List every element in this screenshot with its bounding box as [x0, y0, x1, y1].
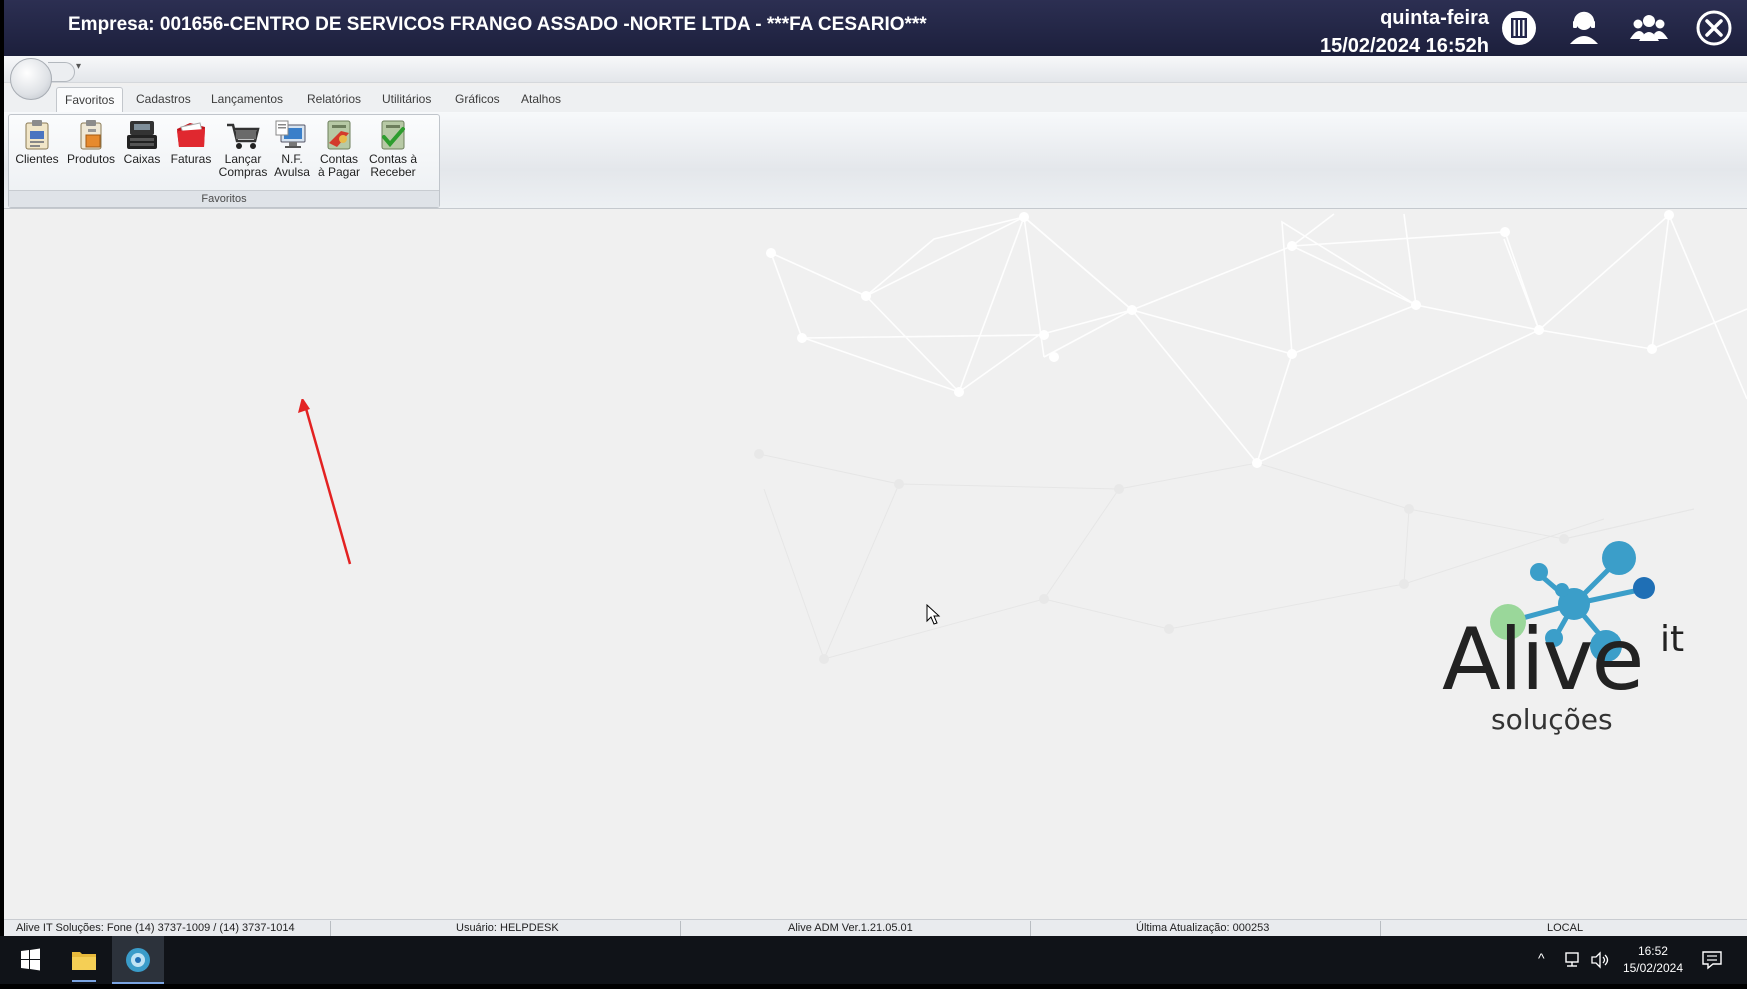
date-display: quinta-feira 15/02/2024 16:52h — [1320, 4, 1489, 60]
tab-cadastros[interactable]: Cadastros — [128, 87, 199, 111]
invoices-icon — [177, 122, 205, 147]
title-bar: Empresa: 001656-CENTRO DE SERVICOS FRANG… — [4, 0, 1747, 57]
mouse-cursor-icon — [926, 604, 941, 625]
status-divider — [680, 921, 681, 936]
status-contact: Alive IT Soluções: Fone (14) 3737-1009 /… — [16, 922, 295, 934]
close-circle-icon[interactable] — [1694, 8, 1734, 48]
tab-relatorios[interactable]: Relatórios — [299, 87, 369, 111]
file-explorer-icon[interactable] — [58, 936, 110, 984]
taskbar-clock[interactable]: 16:52 15/02/2024 — [1623, 943, 1683, 977]
compras-label: Compras — [218, 165, 268, 179]
quick-access-bar — [48, 62, 75, 82]
logo-subtitle: soluções — [1491, 703, 1613, 736]
logo-superscript: it — [1660, 619, 1685, 660]
cash-register-icon — [127, 121, 157, 149]
building-icon[interactable] — [1499, 8, 1539, 48]
ribbon-group-label: Favoritos — [9, 190, 439, 207]
volume-icon[interactable] — [1590, 951, 1610, 969]
invoice-computer-icon — [275, 120, 306, 148]
app-window: Empresa: 001656-CENTRO DE SERVICOS FRANG… — [4, 0, 1747, 936]
windows-taskbar: ^ 16:52 15/02/2024 — [0, 936, 1747, 984]
products-icon — [80, 120, 102, 150]
notifications-icon[interactable] — [1701, 950, 1723, 970]
clientes-button[interactable]: Clientes — [15, 119, 59, 166]
quick-access-toolbar — [4, 56, 1747, 83]
avulsa-label: Avulsa — [274, 165, 310, 179]
status-divider — [1380, 921, 1381, 936]
logo-word: Alive — [1442, 610, 1644, 710]
status-last-update: Última Atualização: 000253 — [1136, 922, 1270, 934]
faturas-button[interactable]: Faturas — [167, 119, 215, 166]
accounts-payable-icon — [327, 120, 351, 150]
tab-lancamentos[interactable]: Lançamentos — [203, 87, 291, 111]
contas-receber-button[interactable]: Contas à Receber — [365, 119, 421, 179]
taskbar-time: 16:52 — [1637, 944, 1668, 958]
main-content-area: Alive it soluções — [4, 209, 1747, 919]
clients-icon — [25, 120, 49, 150]
clientes-label: Clientes — [15, 152, 59, 166]
contas-receber-line2: Receber — [370, 165, 416, 179]
ribbon-tabs: Favoritos Cadastros Lançamentos Relatóri… — [4, 86, 1747, 113]
quick-access-dropdown-icon[interactable]: ▾ — [76, 61, 81, 72]
status-bar: Alive IT Soluções: Fone (14) 3737-1009 /… — [4, 919, 1747, 936]
status-divider — [330, 921, 331, 936]
caixas-label: Caixas — [123, 152, 161, 166]
caixas-button[interactable]: Caixas — [120, 119, 164, 166]
application-menu-button[interactable] — [10, 58, 52, 100]
status-divider — [1030, 921, 1031, 936]
tab-atalhos[interactable]: Atalhos — [513, 87, 569, 111]
produtos-label: Produtos — [66, 152, 116, 166]
produtos-button[interactable]: Produtos — [64, 119, 118, 166]
users-group-icon[interactable] — [1629, 8, 1669, 48]
status-user: Usuário: HELPDESK — [456, 922, 559, 934]
tab-utilitarios[interactable]: Utilitários — [374, 87, 439, 111]
network-icon[interactable] — [1563, 951, 1581, 969]
lancar-compras-button[interactable]: Lançar Compras — [217, 119, 269, 179]
status-version: Alive ADM Ver.1.21.05.01 — [788, 922, 913, 934]
company-title: Empresa: 001656-CENTRO DE SERVICOS FRANG… — [68, 14, 927, 35]
faturas-label: Faturas — [170, 152, 212, 166]
red-arrow-annotation — [298, 399, 352, 565]
tab-favoritos[interactable]: Favoritos — [56, 87, 124, 112]
ribbon-panel: Clientes Produtos Caixas Faturas Lançar … — [4, 112, 1747, 209]
windows-start-icon[interactable] — [4, 936, 56, 984]
support-agent-icon[interactable] — [1564, 8, 1604, 48]
taskbar-date: 15/02/2024 — [1622, 961, 1683, 975]
ribbon-group-favoritos: Clientes Produtos Caixas Faturas Lançar … — [8, 114, 440, 208]
status-mode: LOCAL — [1547, 922, 1584, 934]
tab-graficos[interactable]: Gráficos — [447, 87, 508, 111]
contas-pagar-line2: à Pagar — [317, 165, 361, 179]
nf-avulsa-button[interactable]: N.F. Avulsa — [271, 119, 313, 179]
contas-pagar-button[interactable]: Contas à Pagar — [315, 119, 363, 179]
accounts-receivable-icon — [381, 120, 405, 150]
alive-app-icon[interactable] — [112, 936, 164, 984]
shopping-cart-icon — [227, 123, 260, 149]
weekday-label: quinta-feira — [1380, 7, 1489, 29]
chevron-up-icon[interactable]: ^ — [1538, 950, 1545, 966]
